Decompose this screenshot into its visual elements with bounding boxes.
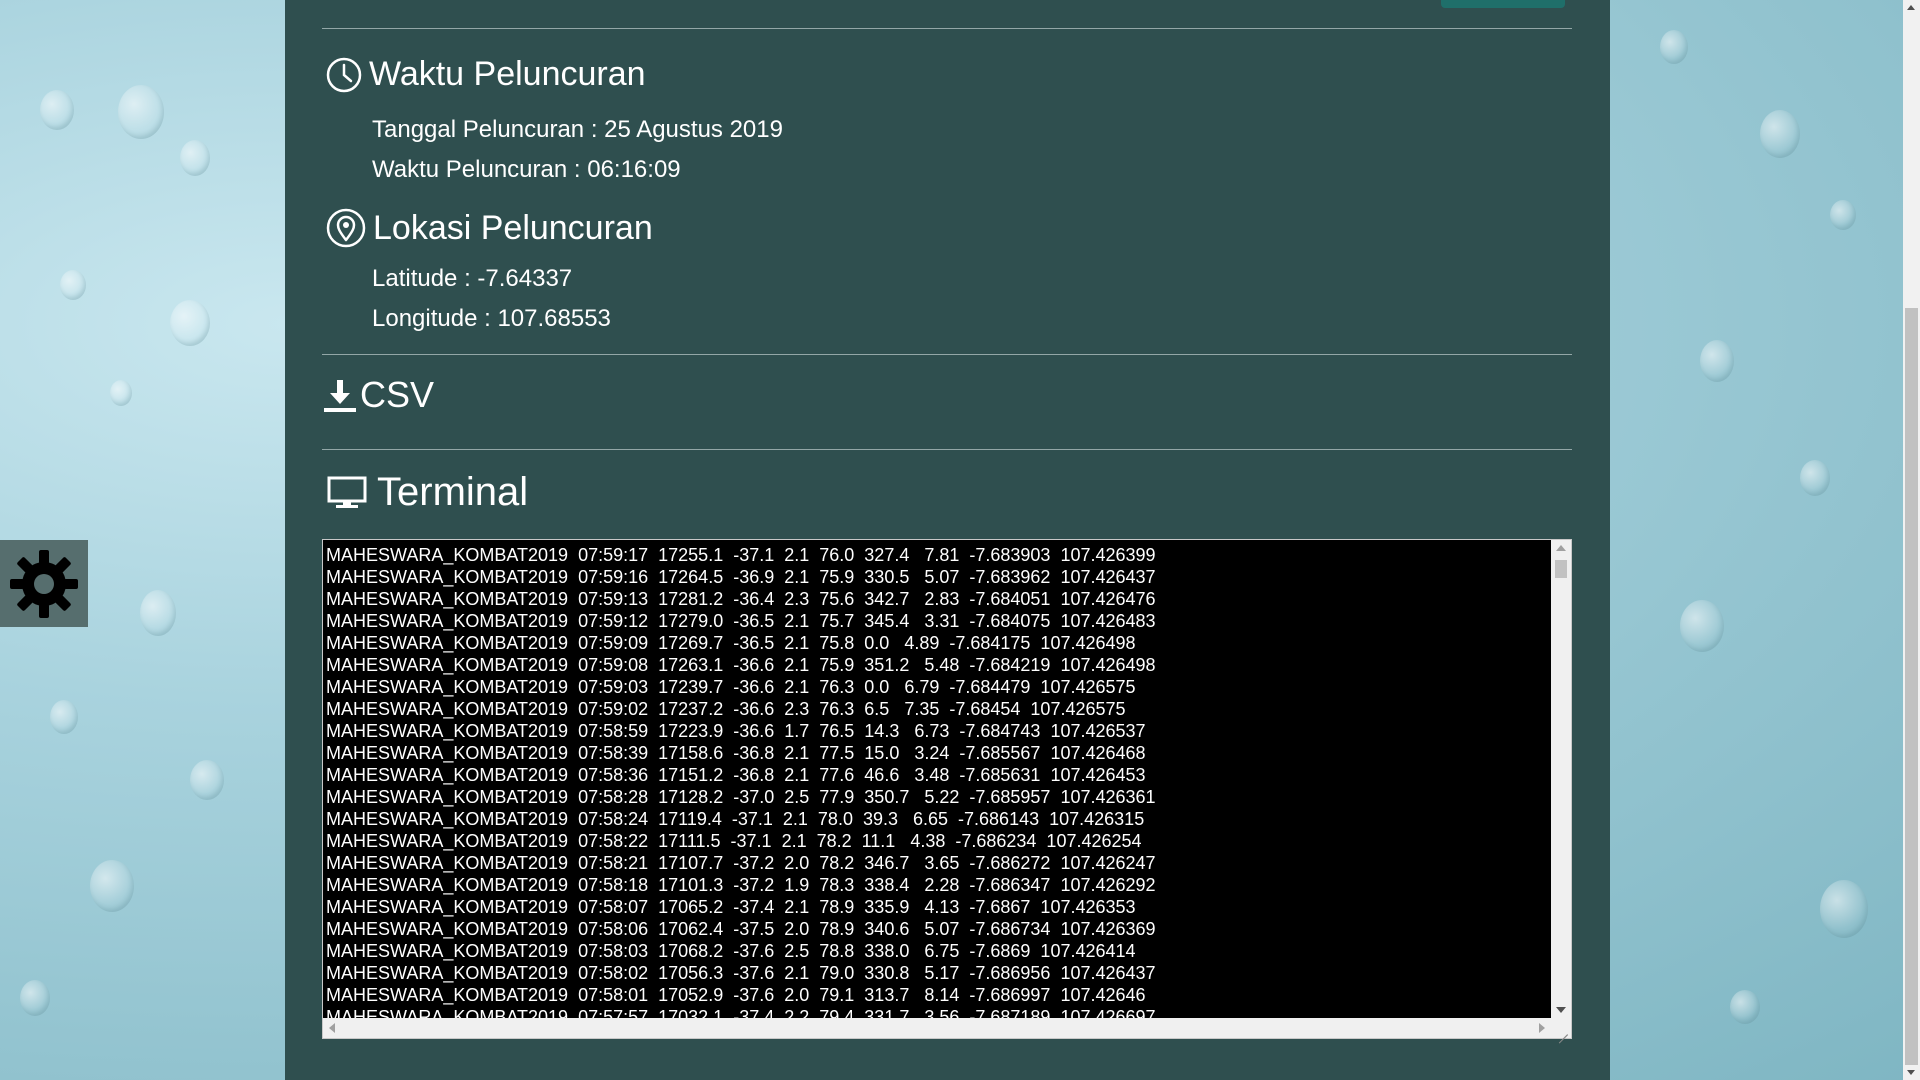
terminal-horizontal-scrollbar[interactable] xyxy=(323,1018,1551,1038)
water-drop xyxy=(118,85,164,139)
terminal-line: MAHESWARA_KOMBAT2019 07:58:39 17158.6 -3… xyxy=(326,743,1146,763)
csv-download-link[interactable]: CSV xyxy=(322,374,434,416)
terminal-vertical-scrollbar[interactable] xyxy=(1551,540,1571,1018)
terminal-line: MAHESWARA_KOMBAT2019 07:59:09 17269.7 -3… xyxy=(326,633,1136,653)
terminal-textarea[interactable]: MAHESWARA_KOMBAT2019 07:59:17 17255.1 -3… xyxy=(322,539,1572,1039)
terminal-line: MAHESWARA_KOMBAT2019 07:57:57 17032.1 -3… xyxy=(326,1007,1156,1018)
page-scroll-thumb[interactable] xyxy=(1905,308,1918,1065)
water-drop xyxy=(60,270,86,300)
terminal-line: MAHESWARA_KOMBAT2019 07:58:18 17101.3 -3… xyxy=(326,875,1156,895)
longitude-text: Longitude : 107.68553 xyxy=(372,305,611,332)
terminal-line: MAHESWARA_KOMBAT2019 07:58:28 17128.2 -3… xyxy=(326,787,1156,807)
page-scroll-down-icon[interactable] xyxy=(1907,1070,1915,1075)
water-drop xyxy=(1830,200,1856,230)
page-scrollbar[interactable] xyxy=(1903,0,1920,1080)
csv-download-label: CSV xyxy=(360,374,435,415)
terminal-line: MAHESWARA_KOMBAT2019 07:59:08 17263.1 -3… xyxy=(326,655,1156,675)
divider xyxy=(322,28,1572,29)
terminal-line: MAHESWARA_KOMBAT2019 07:58:03 17068.2 -3… xyxy=(326,941,1136,961)
terminal-line: MAHESWARA_KOMBAT2019 07:59:12 17279.0 -3… xyxy=(326,611,1156,631)
terminal-line: MAHESWARA_KOMBAT2019 07:59:17 17255.1 -3… xyxy=(326,545,1156,565)
divider xyxy=(322,354,1572,355)
main-panel: Waktu Peluncuran Tanggal Peluncuran : 25… xyxy=(285,0,1610,1080)
scroll-left-icon[interactable] xyxy=(329,1023,335,1033)
scroll-right-icon[interactable] xyxy=(1539,1023,1545,1033)
water-drop xyxy=(190,760,224,800)
launch-time-text: Waktu Peluncuran : 06:16:09 xyxy=(372,156,681,183)
terminal-line: MAHESWARA_KOMBAT2019 07:58:21 17107.7 -3… xyxy=(326,853,1156,873)
launch-time-heading-label: Waktu Peluncuran xyxy=(369,55,646,93)
download-icon xyxy=(324,380,356,412)
clock-icon xyxy=(326,57,362,92)
settings-button[interactable] xyxy=(0,540,88,627)
terminal-heading: Terminal xyxy=(327,470,528,515)
terminal-line: MAHESWARA_KOMBAT2019 07:58:22 17111.5 -3… xyxy=(326,831,1142,851)
terminal-line: MAHESWARA_KOMBAT2019 07:58:02 17056.3 -3… xyxy=(326,963,1156,983)
water-drop xyxy=(90,860,134,912)
top-action-button[interactable] xyxy=(1441,0,1565,8)
gear-icon xyxy=(10,549,78,618)
launch-location-heading: Lokasi Peluncuran xyxy=(325,207,653,249)
latitude-text: Latitude : -7.64337 xyxy=(372,265,573,292)
map-pin-icon xyxy=(326,208,366,248)
water-drop xyxy=(1800,460,1830,496)
terminal-heading-label: Terminal xyxy=(377,470,529,514)
divider xyxy=(322,449,1572,450)
scroll-up-icon[interactable] xyxy=(1556,545,1566,551)
terminal-line: MAHESWARA_KOMBAT2019 07:58:59 17223.9 -3… xyxy=(326,721,1146,741)
terminal-line: MAHESWARA_KOMBAT2019 07:58:36 17151.2 -3… xyxy=(326,765,1146,785)
water-drop xyxy=(180,140,210,176)
water-drop xyxy=(1660,30,1688,64)
resize-grip-icon[interactable] xyxy=(1551,1018,1571,1038)
water-drop xyxy=(20,980,50,1016)
water-drop xyxy=(110,380,132,406)
terminal-output[interactable]: MAHESWARA_KOMBAT2019 07:59:17 17255.1 -3… xyxy=(323,540,1551,1018)
terminal-line: MAHESWARA_KOMBAT2019 07:59:02 17237.2 -3… xyxy=(326,699,1126,719)
water-drop xyxy=(1730,990,1760,1024)
water-drop xyxy=(40,90,74,130)
water-drop xyxy=(140,590,176,636)
launch-date-text: Tanggal Peluncuran : 25 Agustus 2019 xyxy=(372,116,783,143)
water-drop xyxy=(50,700,78,734)
terminal-line: MAHESWARA_KOMBAT2019 07:59:03 17239.7 -3… xyxy=(326,677,1136,697)
terminal-line: MAHESWARA_KOMBAT2019 07:58:01 17052.9 -3… xyxy=(326,985,1146,1005)
water-drop xyxy=(1680,600,1724,652)
scroll-thumb[interactable] xyxy=(1555,560,1567,578)
launch-time-heading: Waktu Peluncuran xyxy=(325,55,646,94)
terminal-line: MAHESWARA_KOMBAT2019 07:59:16 17264.5 -3… xyxy=(326,567,1156,587)
terminal-line: MAHESWARA_KOMBAT2019 07:58:24 17119.4 -3… xyxy=(326,809,1145,829)
water-drop xyxy=(170,300,210,346)
monitor-icon xyxy=(327,476,367,508)
page-scroll-up-icon[interactable] xyxy=(1907,5,1915,10)
water-drop xyxy=(1760,110,1800,158)
water-drop xyxy=(1700,340,1734,382)
launch-location-heading-label: Lokasi Peluncuran xyxy=(373,208,653,247)
terminal-line: MAHESWARA_KOMBAT2019 07:58:07 17065.2 -3… xyxy=(326,897,1136,917)
terminal-line: MAHESWARA_KOMBAT2019 07:58:06 17062.4 -3… xyxy=(326,919,1156,939)
water-drop xyxy=(1820,880,1868,938)
terminal-line: MAHESWARA_KOMBAT2019 07:59:13 17281.2 -3… xyxy=(326,589,1156,609)
scroll-down-icon[interactable] xyxy=(1556,1007,1566,1013)
